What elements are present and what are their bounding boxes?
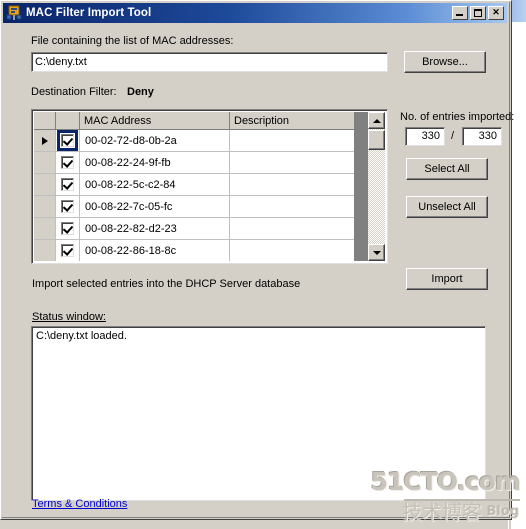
maximize-button[interactable] — [470, 6, 486, 20]
table-row[interactable]: 00-08-22-82-d2-23 — [34, 218, 385, 240]
terms-and-conditions-link[interactable]: Terms & Conditions — [32, 498, 127, 510]
grid-vertical-scrollbar[interactable] — [368, 112, 385, 261]
chevron-up-icon — [372, 118, 381, 123]
grid-header-mac-address[interactable]: MAC Address — [80, 112, 230, 129]
row-select-checkbox-cell[interactable] — [56, 174, 80, 196]
row-select-checkbox-cell[interactable] — [56, 130, 80, 152]
file-path-input[interactable] — [31, 52, 388, 72]
titlebar: MAC Filter Import Tool ✕ — [3, 3, 507, 23]
mac-address-cell[interactable]: 00-08-22-86-18-8c — [80, 240, 230, 261]
row-select-checkbox-cell[interactable] — [56, 240, 80, 261]
table-row[interactable]: 00-08-22-7c-05-fc — [34, 196, 385, 218]
unselect-all-button[interactable]: Unselect All — [406, 196, 488, 218]
row-select-checkbox[interactable] — [61, 222, 74, 235]
close-button[interactable]: ✕ — [488, 6, 504, 20]
current-row-arrow-icon — [41, 136, 48, 145]
window-title: MAC Filter Import Tool — [26, 7, 152, 19]
table-row[interactable]: 00-02-72-d8-0b-2a — [34, 130, 385, 152]
screen: MAC Filter Import Tool ✕ File containing… — [0, 0, 526, 529]
table-row[interactable]: 00-08-22-86-18-8c — [34, 240, 385, 261]
mac-address-cell[interactable]: 00-08-22-7c-05-fc — [80, 196, 230, 218]
row-select-checkbox-cell[interactable] — [56, 152, 80, 174]
import-description-label: Import selected entries into the DHCP Se… — [32, 278, 301, 290]
table-row[interactable]: 00-08-22-5c-c2-84 — [34, 174, 385, 196]
row-indicator-cell[interactable] — [34, 152, 56, 174]
grid-body: 00-02-72-d8-0b-2a 00-08-22-24-9f-fb 00-08-… — [34, 130, 385, 261]
row-select-checkbox[interactable] — [61, 178, 74, 191]
scroll-down-button[interactable] — [368, 244, 385, 261]
row-select-checkbox-cell[interactable] — [56, 218, 80, 240]
file-path-label: File containing the list of MAC addresse… — [31, 35, 234, 47]
mac-address-cell[interactable]: 00-08-22-24-9f-fb — [80, 152, 230, 174]
window-controls: ✕ — [452, 6, 504, 20]
row-select-checkbox[interactable] — [61, 244, 74, 257]
row-select-checkbox-cell[interactable] — [56, 196, 80, 218]
import-button[interactable]: Import — [406, 268, 488, 290]
mac-address-cell[interactable]: 00-02-72-d8-0b-2a — [80, 130, 230, 152]
mac-address-cell[interactable]: 00-08-22-5c-c2-84 — [80, 174, 230, 196]
table-row[interactable]: 00-08-22-24-9f-fb — [34, 152, 385, 174]
mac-filter-import-dialog: MAC Filter Import Tool ✕ File containing… — [0, 0, 514, 520]
scroll-up-button[interactable] — [368, 112, 385, 129]
row-indicator-cell[interactable] — [34, 240, 56, 261]
mac-filter-app-icon — [6, 5, 22, 21]
row-indicator-cell[interactable] — [34, 174, 56, 196]
destination-filter-label: Destination Filter: — [31, 86, 117, 98]
dialog-content: File containing the list of MAC addresse… — [3, 23, 514, 515]
minimize-button[interactable] — [452, 6, 468, 20]
entries-imported-label: No. of entries imported: — [400, 111, 515, 123]
row-select-checkbox[interactable] — [61, 200, 74, 213]
row-select-checkbox[interactable] — [61, 156, 74, 169]
scrollbar-thumb[interactable] — [368, 130, 385, 150]
mac-address-cell[interactable]: 00-08-22-82-d2-23 — [80, 218, 230, 240]
grid-header-checkbox — [56, 112, 80, 129]
grid-table: MAC Address Description 00-02-72-d8-0b-2… — [34, 112, 385, 261]
entries-total-count: 330 — [462, 127, 502, 146]
status-window[interactable]: C:\deny.txt loaded. — [31, 326, 486, 501]
grid-empty-gutter — [354, 112, 368, 261]
row-indicator-cell[interactable] — [34, 130, 56, 152]
row-indicator-cell[interactable] — [34, 218, 56, 240]
entries-imported-count: 330 — [405, 127, 445, 146]
entries-separator: / — [451, 130, 455, 142]
row-select-checkbox[interactable] — [57, 130, 78, 151]
row-indicator-cell[interactable] — [34, 196, 56, 218]
grid-header-row: MAC Address Description — [34, 112, 385, 130]
browse-button[interactable]: Browse... — [404, 51, 486, 73]
mac-address-grid[interactable]: MAC Address Description 00-02-72-d8-0b-2… — [31, 109, 388, 264]
destination-filter-value: Deny — [127, 86, 154, 98]
grid-header-indicator — [34, 112, 56, 129]
select-all-button[interactable]: Select All — [406, 158, 488, 180]
chevron-down-icon — [372, 250, 381, 255]
close-icon: ✕ — [492, 7, 500, 17]
status-window-label: Status window: — [32, 311, 106, 323]
